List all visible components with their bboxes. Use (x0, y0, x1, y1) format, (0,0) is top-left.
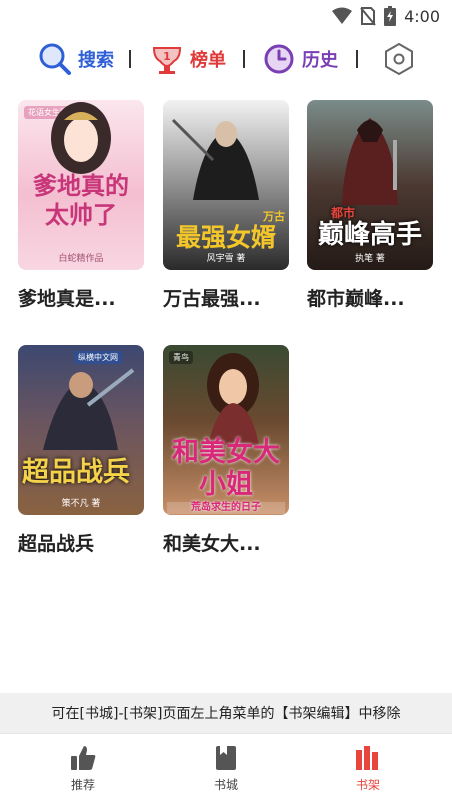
tab-recommend-label: 推荐 (70, 778, 95, 792)
book-title[interactable]: 和美女大... (163, 529, 289, 556)
book-cover[interactable]: 花语女生网 爹地真的太帅了 白蛇精作品 (18, 100, 144, 270)
cover-title: 爹地真的太帅了 (33, 172, 129, 229)
book-cover[interactable]: 纵横中文网 超品战兵 策不凡 著 (18, 345, 144, 515)
hexagon-settings-icon (385, 42, 413, 76)
tab-bookshelf[interactable]: 书架 (328, 744, 408, 793)
nav-history[interactable]: 历史 (262, 38, 338, 80)
nav-divider (243, 50, 245, 68)
cover-subtitle: 都市 (331, 206, 356, 220)
trophy-icon: 1 (152, 47, 182, 74)
bottom-tab-bar: 推荐 书城 书架 (0, 733, 452, 803)
status-icons: 4:00 (332, 4, 440, 28)
book-item[interactable]: 都市 巅峰高手 执笔 著 都市巅峰... (307, 100, 433, 311)
nav-divider (356, 50, 358, 68)
settings-button[interactable] (382, 38, 416, 80)
nav-history-label: 历史 (302, 50, 338, 71)
cover-main-title: 巅峰高手 (317, 220, 422, 251)
status-bar: 4:00 (0, 0, 452, 32)
book-item[interactable]: 万古 最强女婿 风宇雪 著 万古最强... (163, 100, 289, 311)
cover-warrior-illustration (171, 118, 259, 200)
cover-assassin-illustration (342, 118, 398, 205)
tab-bookstore[interactable]: 书城 (186, 744, 266, 793)
bookshelf-icon (356, 746, 378, 770)
book-title[interactable]: 都市巅峰... (307, 284, 433, 311)
book-item[interactable]: 青鸟 和美女大小姐 荒岛求生的日子 和美女大... (163, 345, 289, 556)
book-item[interactable]: 花语女生网 爹地真的太帅了 白蛇精作品 爹地真是... (18, 100, 144, 311)
nav-ranking-label: 榜单 (190, 50, 226, 71)
clock-icon (264, 44, 294, 74)
thumbs-up-icon (71, 746, 96, 770)
tab-bookstore-label: 书城 (213, 778, 238, 792)
book-title[interactable]: 超品战兵 (18, 529, 144, 556)
cover-subtitle: 万古 (263, 210, 285, 223)
cover-author: 风宇雪 著 (206, 254, 246, 264)
wifi-icon (332, 7, 353, 24)
status-time: 4:00 (404, 6, 440, 26)
book-cover[interactable]: 青鸟 和美女大小姐 荒岛求生的日子 (163, 345, 289, 515)
nav-search[interactable]: 搜索 (38, 38, 114, 80)
cover-title: 万古 最强女婿 (167, 210, 285, 253)
nav-search-label: 搜索 (78, 50, 114, 71)
cover-girl-illustration (51, 102, 111, 174)
book-title[interactable]: 万古最强... (163, 284, 289, 311)
top-nav: 搜索 1 榜单 历史 (0, 38, 452, 80)
cover-author: 白蛇精作品 (58, 254, 104, 264)
book-cover[interactable]: 都市 巅峰高手 执笔 著 (307, 100, 433, 270)
nav-divider (129, 50, 131, 68)
book-title[interactable]: 爹地真是... (18, 284, 144, 311)
cover-author: 策不凡 著 (61, 499, 101, 509)
cover-subtitle: 荒岛求生的日子 (167, 501, 285, 514)
cover-title: 超品战兵 (22, 457, 130, 488)
cover-title: 和美女大小姐 荒岛求生的日子 (167, 437, 285, 514)
cover-author: 执笔 著 (355, 254, 385, 264)
battery-icon (384, 6, 397, 26)
svg-text:1: 1 (163, 50, 171, 63)
cover-woman-illustration (207, 353, 259, 445)
tab-bookshelf-label: 书架 (355, 778, 380, 792)
no-sim-icon (360, 7, 376, 26)
book-cover[interactable]: 万古 最强女婿 风宇雪 著 (163, 100, 289, 270)
nav-ranking[interactable]: 1 榜单 (150, 38, 226, 80)
cover-main-title: 和美女大小姐 (172, 437, 280, 501)
cover-soldier-illustration (43, 368, 135, 450)
book-icon (216, 746, 236, 770)
tab-recommend[interactable]: 推荐 (43, 744, 123, 793)
cover-title: 都市 巅峰高手 (311, 206, 429, 252)
book-item[interactable]: 纵横中文网 超品战兵 策不凡 著 超品战兵 (18, 345, 144, 556)
search-icon (39, 43, 71, 75)
cover-main-title: 最强女婿 (175, 223, 276, 253)
bookshelf-notice: 可在[书城]-[书架]页面左上角菜单的【书架编辑】中移除 (0, 693, 452, 733)
